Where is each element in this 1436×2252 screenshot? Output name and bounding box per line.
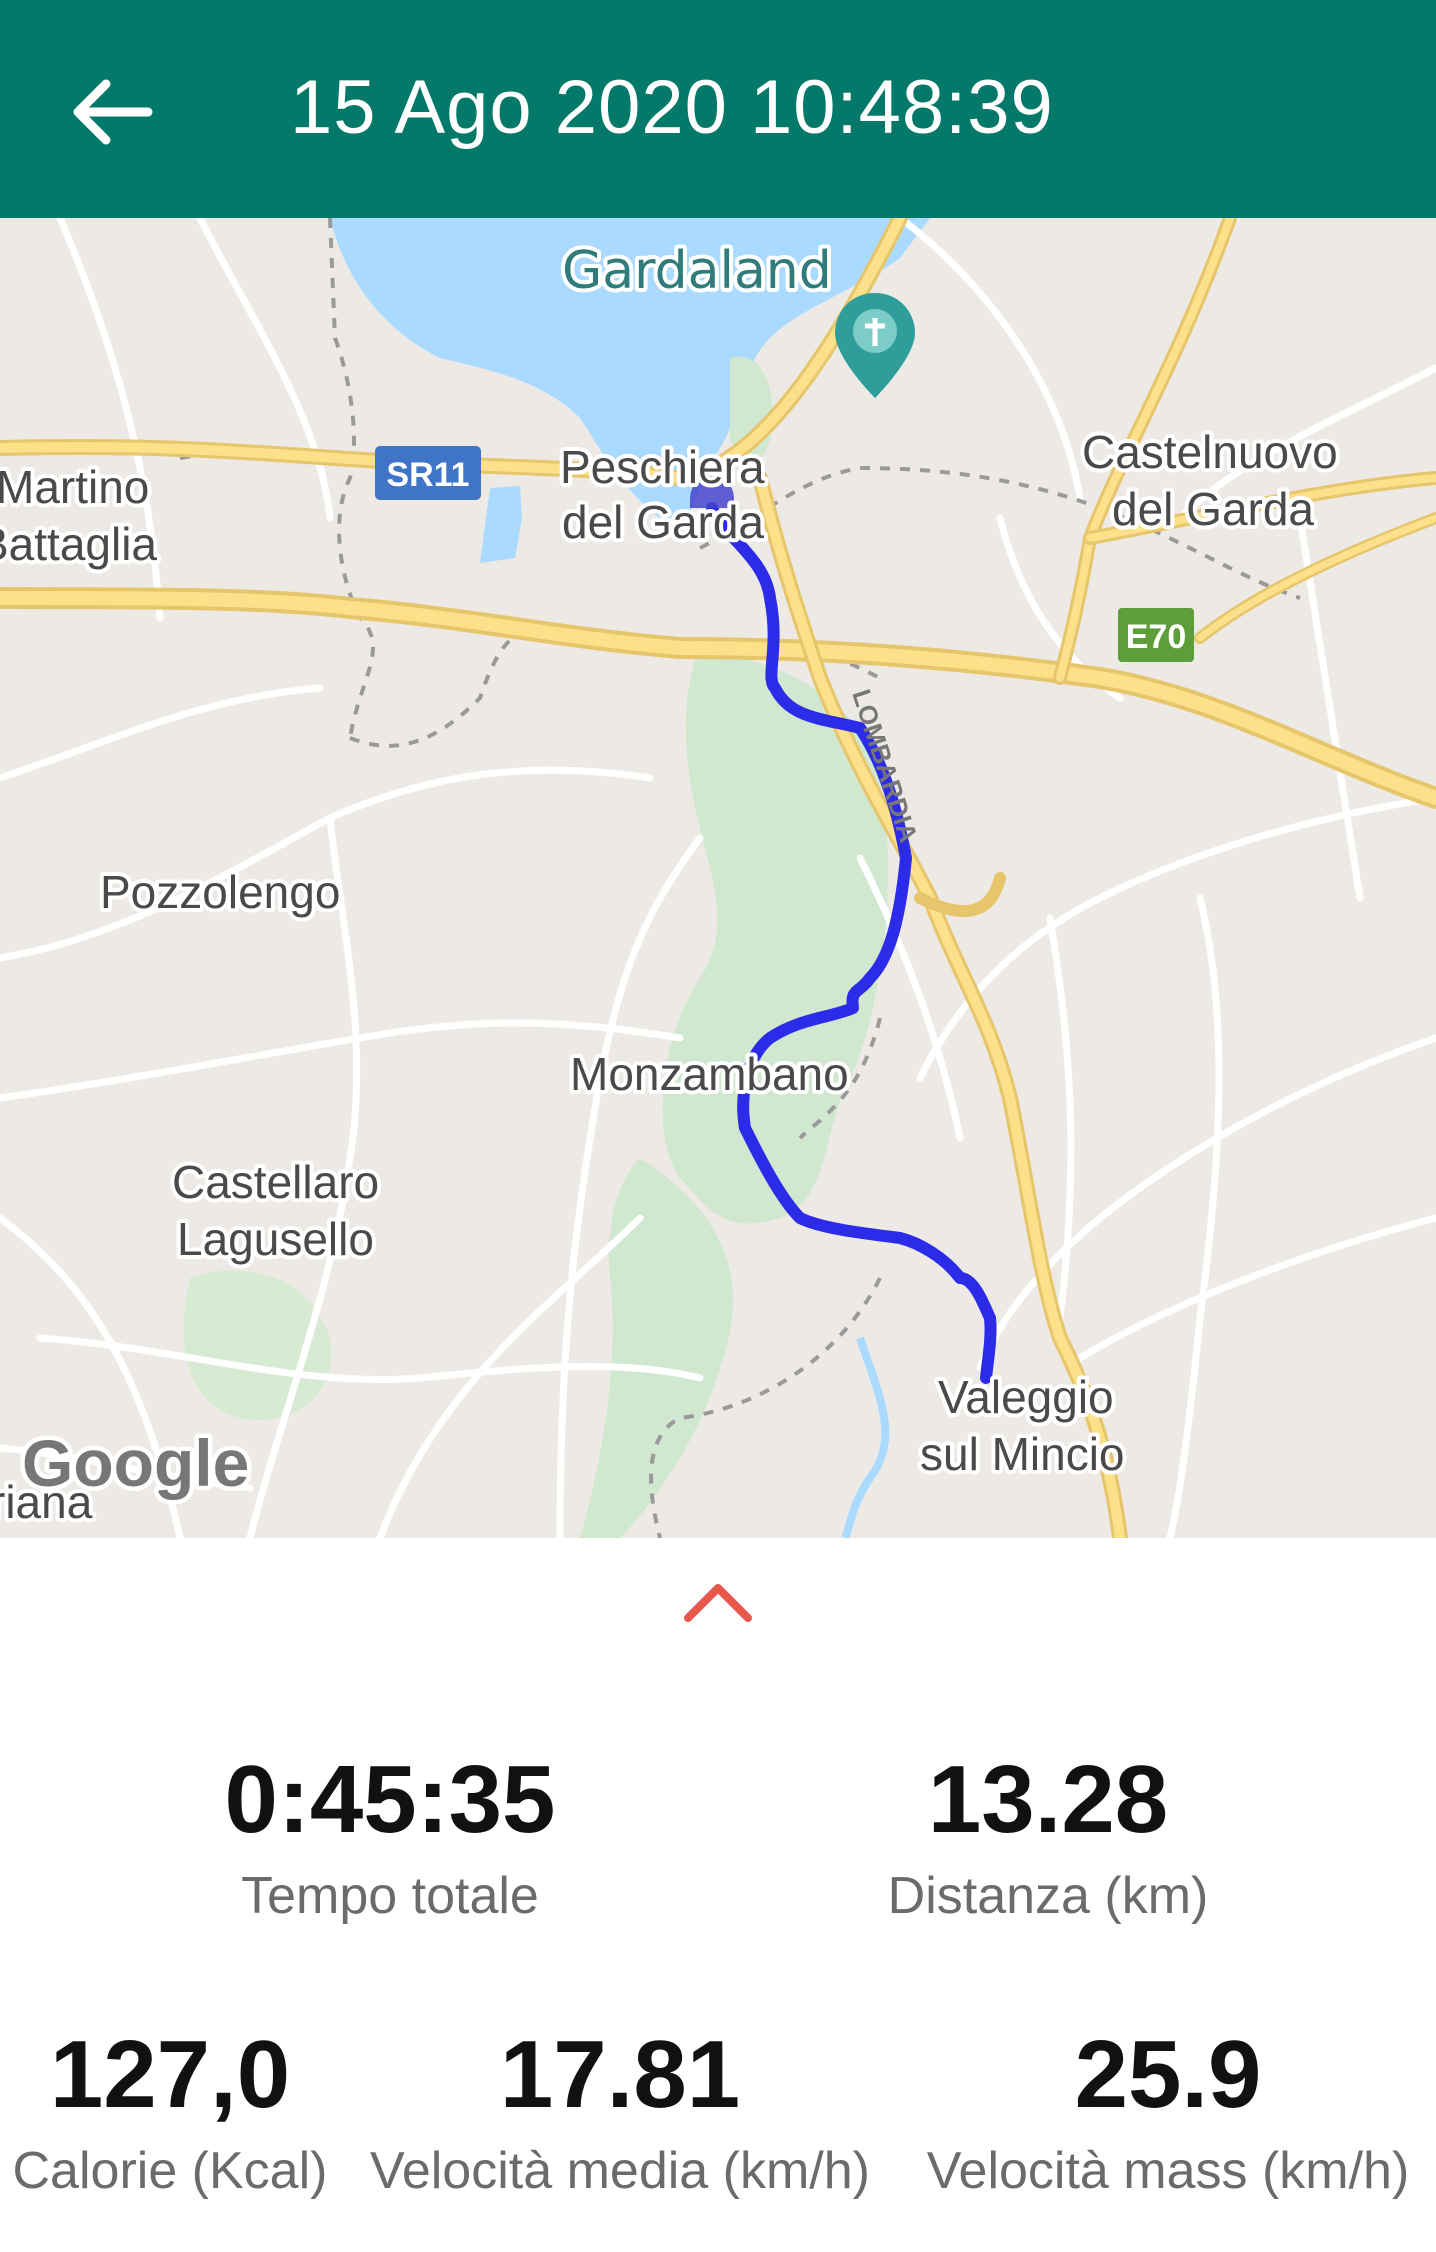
google-attribution: Google [22,1426,249,1500]
stat-value: 127,0 [49,2021,291,2128]
map-label-castellaro: Castellaro [172,1156,379,1208]
map-label-castelnuovo: Castelnuovo [1082,426,1338,478]
stat-label: Distanza (km) [887,1867,1209,1925]
map-label-castellaro-2: Lagusello [177,1213,374,1265]
park-area-south [580,1158,733,1538]
map-label-peschiera: Peschiera [560,441,765,493]
route-map[interactable]: Gardaland Peschiera del Garda Castelnuov… [0,218,1436,1538]
map-label-martino: Martino [0,461,149,513]
road-shield-sr11: SR11 [375,446,481,500]
stat-label: Velocità mass (km/h) [926,2142,1410,2200]
stat-avg-speed: 17.81 Velocità media (km/h) [340,2025,900,2201]
stat-label: Tempo totale [241,1867,539,1925]
stat-label: Velocità media (km/h) [370,2142,870,2200]
stat-value: 13.28 [927,1746,1169,1853]
stat-label: Calorie (Kcal) [12,2142,328,2200]
map-label-pozzolengo: Pozzolengo [100,866,340,918]
svg-text:SR11: SR11 [386,456,469,494]
expand-sheet-button[interactable] [678,1572,758,1632]
map-label-martino-2: Battaglia [0,518,157,570]
map-label-monzambano: Monzambano [570,1048,849,1100]
back-button[interactable] [62,62,162,162]
gardaland-pin-icon [835,293,915,398]
stat-total-time: 0:45:35 Tempo totale [120,1750,660,1926]
stat-value: 17.81 [499,2021,741,2128]
svg-text:E70: E70 [1126,618,1187,656]
arrow-left-icon [73,79,153,145]
road-shield-e70: E70 [1118,608,1194,662]
map-label-valeggio: Valeggio [938,1371,1114,1423]
stat-value: 25.9 [1074,2021,1262,2128]
stat-value: 0:45:35 [224,1746,556,1853]
chevron-up-icon [684,1584,752,1622]
map-label-gardaland: Gardaland [562,241,832,301]
stat-calories: 127,0 Calorie (Kcal) [0,2025,340,2201]
small-pond [480,486,522,563]
map-label-castelnuovo-2: del Garda [1112,483,1314,535]
map-canvas: Gardaland Peschiera del Garda Castelnuov… [0,218,1436,1538]
map-label-valeggio-2: sul Mincio [920,1428,1125,1480]
stat-distance: 13.28 Distanza (km) [788,1750,1308,1926]
river-mincio [841,1336,890,1538]
stat-max-speed: 25.9 Velocità mass (km/h) [900,2025,1436,2201]
page-title: 15 Ago 2020 10:48:39 [290,65,1054,150]
map-label-peschiera-2: del Garda [562,496,764,548]
app-bar: 15 Ago 2020 10:48:39 [0,0,1436,218]
park-area [662,648,889,1224]
